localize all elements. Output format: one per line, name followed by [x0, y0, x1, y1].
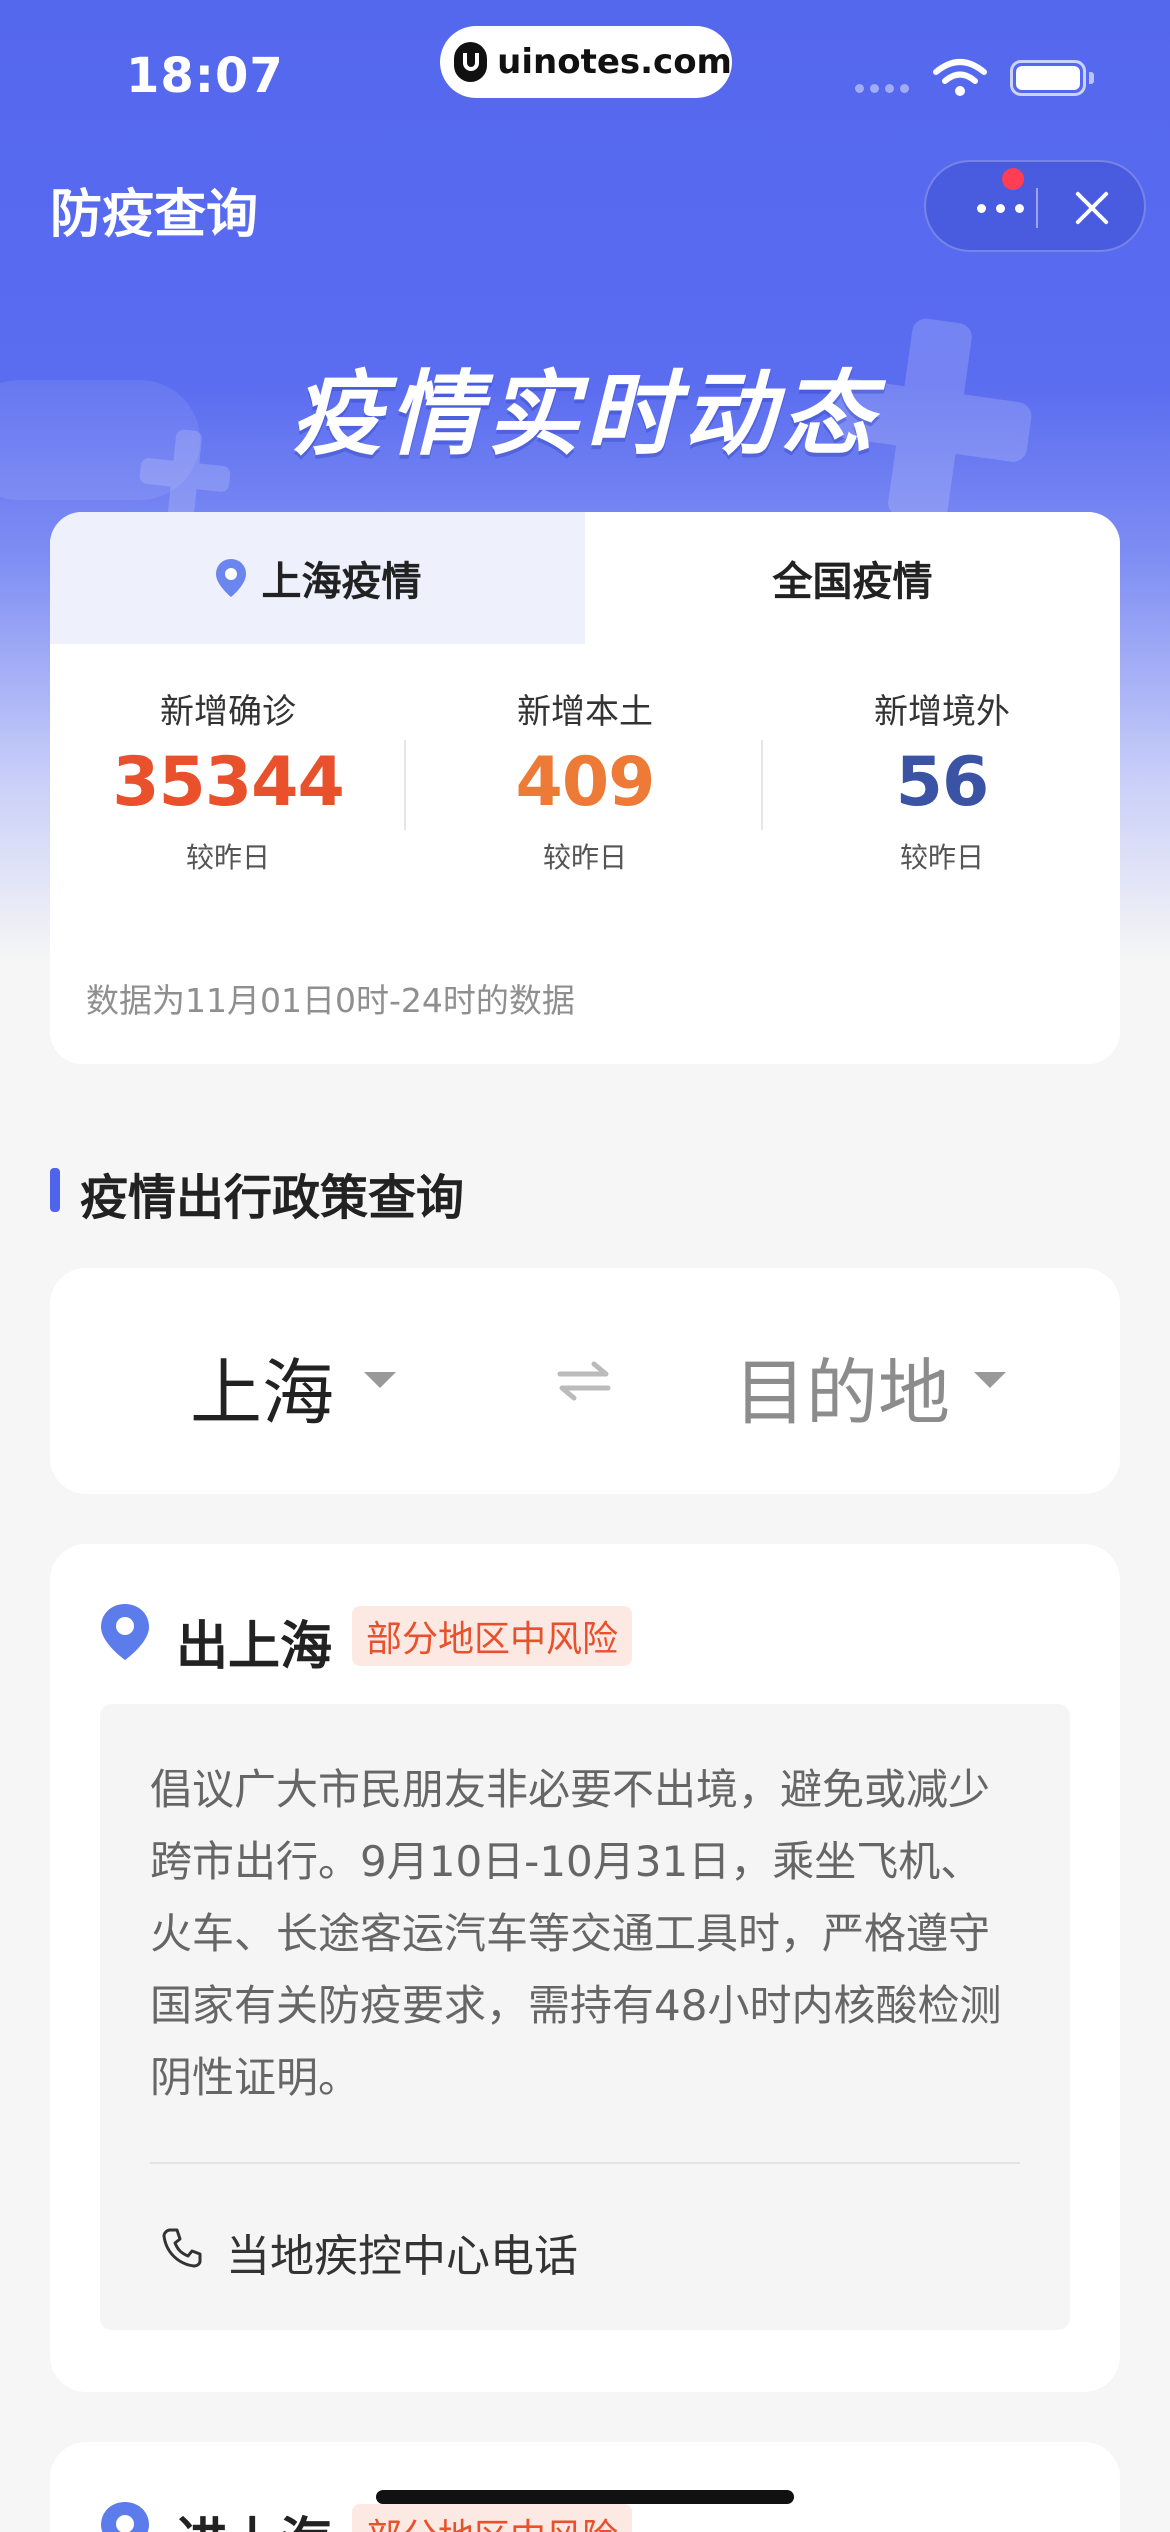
status-time: 18:07 — [126, 48, 284, 104]
chevron-down-icon[interactable] — [974, 1372, 1006, 1388]
stat-divider — [404, 740, 406, 830]
stat-imported: 新增境外 56 较昨日 — [764, 684, 1120, 876]
notification-dot — [1002, 168, 1024, 190]
policy-title: 出上海 — [176, 1617, 333, 1677]
stat-label: 新增确诊 — [160, 692, 296, 732]
url-pill: uinotes.com — [440, 26, 732, 98]
cdc-phone-link[interactable]: 当地疾控中心电话 — [226, 2220, 578, 2284]
swap-icon[interactable] — [554, 1356, 614, 1406]
stat-compare: 较昨日 — [542, 841, 627, 874]
tab-shanghai[interactable]: 上海疫情 — [50, 512, 585, 644]
stat-compare: 较昨日 — [899, 841, 984, 874]
tab-label: 全国疫情 — [772, 559, 933, 605]
route-selector: 上海 目的地 — [50, 1268, 1120, 1494]
policy-title: 进上海 — [176, 2500, 332, 2532]
tab-label: 上海疫情 — [261, 559, 422, 605]
location-pin-icon — [101, 2502, 149, 2532]
policy-content: 倡议广大市民朋友非必要不出境，避免或减少跨市出行。9月10日-10月31日，乘坐… — [100, 1704, 1070, 2330]
stat-value: 35344 — [112, 743, 345, 822]
origin-city-select[interactable]: 上海 — [190, 1334, 334, 1439]
url-text: uinotes.com — [497, 42, 732, 82]
stat-confirmed: 新增确诊 35344 较昨日 — [50, 684, 406, 876]
wifi-icon — [933, 59, 987, 96]
risk-badge: 部分地区中风险 — [352, 2504, 633, 2532]
battery-tip — [1089, 72, 1094, 84]
page-title: 防疫查询 — [50, 185, 259, 245]
site-logo-icon — [454, 42, 488, 82]
stat-label: 新增境外 — [874, 692, 1010, 732]
hero-title: 疫情实时动态 — [290, 361, 879, 468]
policy-card: 出上海 部分地区中风险 倡议广大市民朋友非必要不出境，避免或减少跨市出行。9月1… — [50, 1544, 1120, 2392]
divider — [150, 2162, 1020, 2164]
phone-icon — [162, 2228, 202, 2268]
stats-card: 上海疫情 全国疫情 新增确诊 35344 较昨日 新增本土 409 较昨日 新增… — [50, 512, 1120, 1064]
battery-icon — [1010, 60, 1086, 96]
policy-text: 倡议广大市民朋友非必要不出境，避免或减少跨市出行。9月10日-10月31日，乘坐… — [150, 1765, 1002, 2102]
stat-divider — [761, 740, 763, 830]
section-title: 疫情出行政策查询 — [80, 1170, 465, 1226]
close-icon[interactable] — [1068, 184, 1116, 232]
section-accent-bar — [50, 1168, 60, 1212]
stat-label: 新增本土 — [517, 692, 653, 732]
home-indicator — [376, 2490, 794, 2504]
chevron-down-icon[interactable] — [364, 1372, 396, 1388]
policy-card-next: 进上海 部分地区中风险 — [50, 2442, 1120, 2532]
stat-value: 56 — [895, 743, 990, 822]
capsule-divider — [1036, 188, 1038, 228]
more-options-icon[interactable] — [960, 188, 1040, 228]
data-note: 数据为11月01日0时-24时的数据 — [86, 981, 575, 1020]
risk-badge: 部分地区中风险 — [352, 1606, 633, 1666]
stat-local: 新增本土 409 较昨日 — [407, 684, 763, 876]
miniapp-capsule — [924, 160, 1146, 252]
stat-value: 409 — [515, 743, 656, 822]
location-pin-icon — [101, 1604, 149, 1660]
cellular-signal-icon — [855, 84, 909, 93]
destination-city-select[interactable]: 目的地 — [734, 1334, 950, 1439]
tab-national[interactable]: 全国疫情 — [585, 512, 1120, 644]
location-pin-icon — [215, 559, 246, 597]
stat-compare: 较昨日 — [185, 841, 270, 874]
